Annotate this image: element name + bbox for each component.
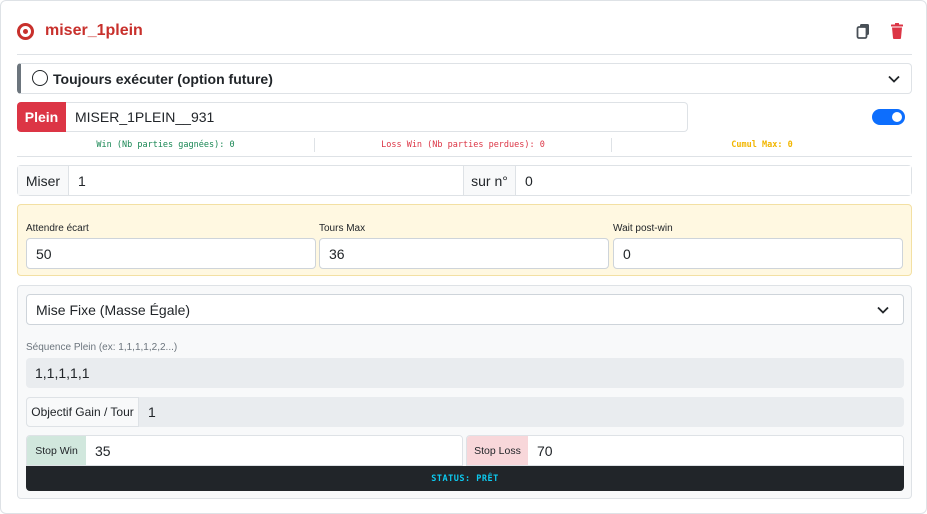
header-divider xyxy=(17,54,912,55)
objectif-input[interactable]: 1 xyxy=(139,397,156,427)
attendre-input[interactable]: 50 xyxy=(26,238,316,269)
radio-icon[interactable] xyxy=(32,70,48,86)
miser-label: Miser xyxy=(18,166,69,195)
miser-group: Miser 1 sur n° 0 xyxy=(17,165,912,196)
stop-win-input[interactable]: 35 xyxy=(86,436,462,465)
bet-mode-select[interactable]: Mise Fixe (Masse Égale) xyxy=(26,294,904,325)
wait-label: Wait post-win xyxy=(613,223,673,234)
copy-button[interactable] xyxy=(854,21,874,41)
enable-toggle[interactable] xyxy=(872,109,905,125)
trash-icon xyxy=(891,23,903,39)
attendre-label: Attendre écart xyxy=(26,223,89,234)
wait-post-win-input[interactable]: 0 xyxy=(613,238,903,269)
tours-max-input[interactable]: 36 xyxy=(319,238,609,269)
stop-loss-input[interactable]: 70 xyxy=(528,436,903,465)
bet-mode-value: Mise Fixe (Masse Égale) xyxy=(36,301,191,318)
stop-win-label: Stop Win xyxy=(27,436,86,465)
stop-loss-label: Stop Loss xyxy=(467,436,528,465)
tours-label: Tours Max xyxy=(319,223,366,234)
stop-win-group: Stop Win 35 xyxy=(26,435,463,466)
stop-loss-group: Stop Loss 70 xyxy=(466,435,904,466)
miser-input[interactable]: 1 xyxy=(69,166,463,195)
stat-win: Win (Nb parties gagnées): 0 xyxy=(17,138,315,152)
objectif-label: Objectif Gain / Tour xyxy=(26,397,139,427)
sur-number-input[interactable]: 0 xyxy=(516,166,911,195)
strategy-block: Mise Fixe (Masse Égale) Séquence Plein (… xyxy=(17,285,912,499)
chevron-down-icon xyxy=(877,306,889,314)
delete-button[interactable] xyxy=(887,21,907,41)
accordion-label: Toujours exécuter (option future) xyxy=(53,71,273,87)
chevron-down-icon xyxy=(888,75,900,83)
stat-cumul: Cumul Max: 0 xyxy=(731,140,793,150)
strategy-title: miser_1plein xyxy=(45,22,143,39)
sequence-input[interactable]: 1,1,1,1,1 xyxy=(26,358,904,388)
params-block: Attendre écart 50 Tours Max 36 Wait post… xyxy=(17,204,912,276)
plein-name-input[interactable]: MISER_1PLEIN__931 xyxy=(66,102,688,132)
sur-label: sur n° xyxy=(463,166,516,195)
stat-loss: Loss Win (Nb parties perdues): 0 xyxy=(315,138,612,152)
copy-icon xyxy=(856,24,869,39)
sequence-label: Séquence Plein (ex: 1,1,1,1,2,2...) xyxy=(26,342,178,353)
stats-divider xyxy=(17,156,912,157)
radio-icon[interactable] xyxy=(17,23,34,40)
always-run-accordion[interactable]: Toujours exécuter (option future) xyxy=(17,63,912,94)
objectif-group: Objectif Gain / Tour 1 xyxy=(26,397,904,427)
strategy-card: miser_1plein Toujours exécuter (option f… xyxy=(0,0,927,514)
plein-badge: Plein xyxy=(17,102,66,132)
status-bar: STATUS: PRÊT xyxy=(26,466,904,491)
